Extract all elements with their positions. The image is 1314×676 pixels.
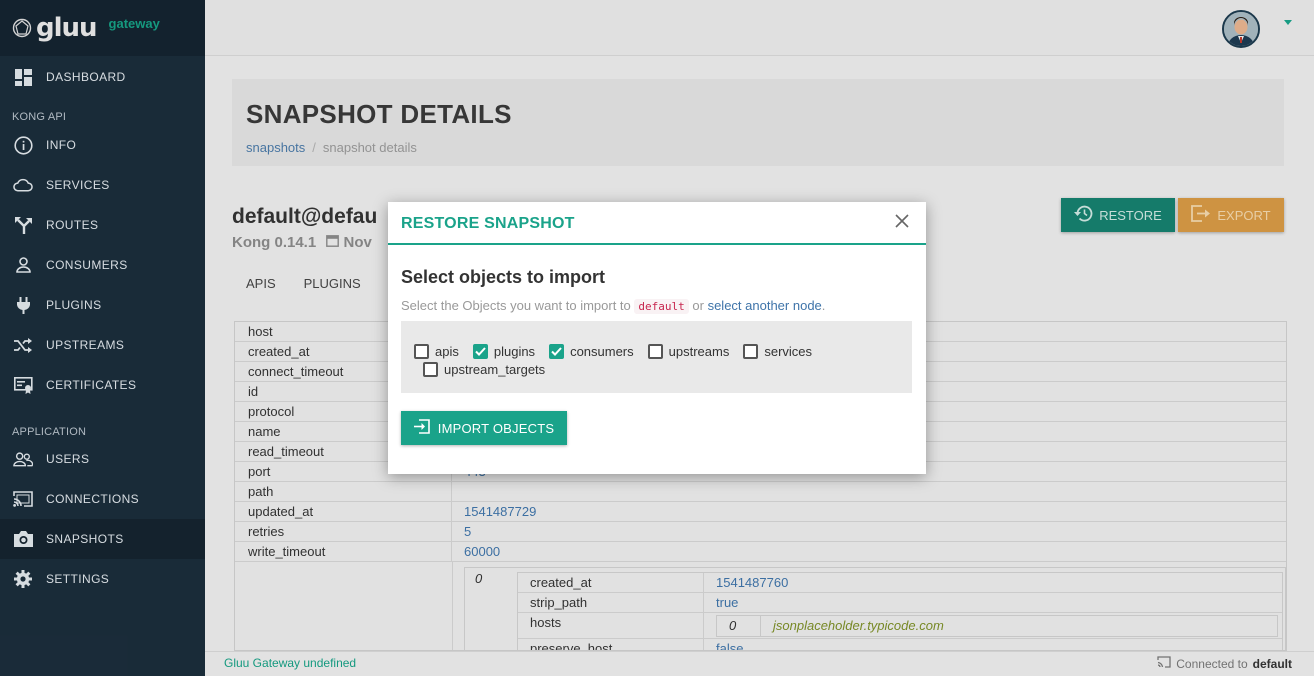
checkbox-upstreams[interactable]: upstreams	[647, 343, 730, 359]
checkbox-consumers[interactable]: consumers	[549, 343, 634, 359]
checkbox-unchecked-icon[interactable]	[647, 343, 663, 359]
import-icon	[413, 419, 430, 437]
target-node-code: default	[634, 299, 689, 314]
checkbox-label: apis	[435, 343, 459, 359]
checkbox-unchecked-icon[interactable]	[414, 343, 429, 359]
checkbox-label: consumers	[570, 343, 634, 359]
checkbox-services[interactable]: services	[743, 343, 813, 359]
import-objects-button[interactable]: IMPORT OBJECTS	[401, 411, 567, 445]
desc-end: .	[821, 298, 826, 313]
checkbox-label: plugins	[493, 343, 536, 359]
desc-prefix: Select the Objects you want to import to	[401, 298, 631, 313]
object-checklist: apis plugins consumers upstreams service…	[401, 321, 912, 393]
checkbox-checked-icon[interactable]	[472, 343, 488, 359]
modal-header: RESTORE SNAPSHOT	[388, 202, 926, 245]
checkbox-upstream-targets[interactable]: upstream_targets	[423, 361, 546, 377]
modal-title: RESTORE SNAPSHOT	[401, 215, 575, 232]
checkbox-label: services	[764, 343, 813, 359]
close-icon[interactable]	[894, 213, 910, 229]
checkbox-unchecked-icon[interactable]	[423, 361, 438, 377]
modal-heading: Select objects to import	[401, 267, 606, 287]
select-another-node-link[interactable]: select another node	[708, 298, 822, 313]
checkbox-unchecked-icon[interactable]	[743, 343, 759, 359]
checkbox-checked-icon[interactable]	[549, 343, 565, 359]
checklist-row: apis plugins consumers upstreams service…	[414, 342, 900, 360]
checklist-row: upstream_targets	[414, 360, 900, 378]
import-objects-label: IMPORT OBJECTS	[437, 420, 555, 436]
checkbox-apis[interactable]: apis	[414, 343, 459, 359]
modal-description: Select the Objects you want to import to…	[401, 298, 913, 314]
desc-or: or	[692, 298, 704, 313]
checkbox-label: upstream_targets	[444, 361, 546, 377]
modal-body: Select objects to import Select the Obje…	[388, 245, 926, 445]
restore-snapshot-modal: RESTORE SNAPSHOT Select objects to impor…	[388, 202, 926, 474]
checkbox-label: upstreams	[668, 343, 730, 359]
checkbox-plugins[interactable]: plugins	[472, 343, 536, 359]
